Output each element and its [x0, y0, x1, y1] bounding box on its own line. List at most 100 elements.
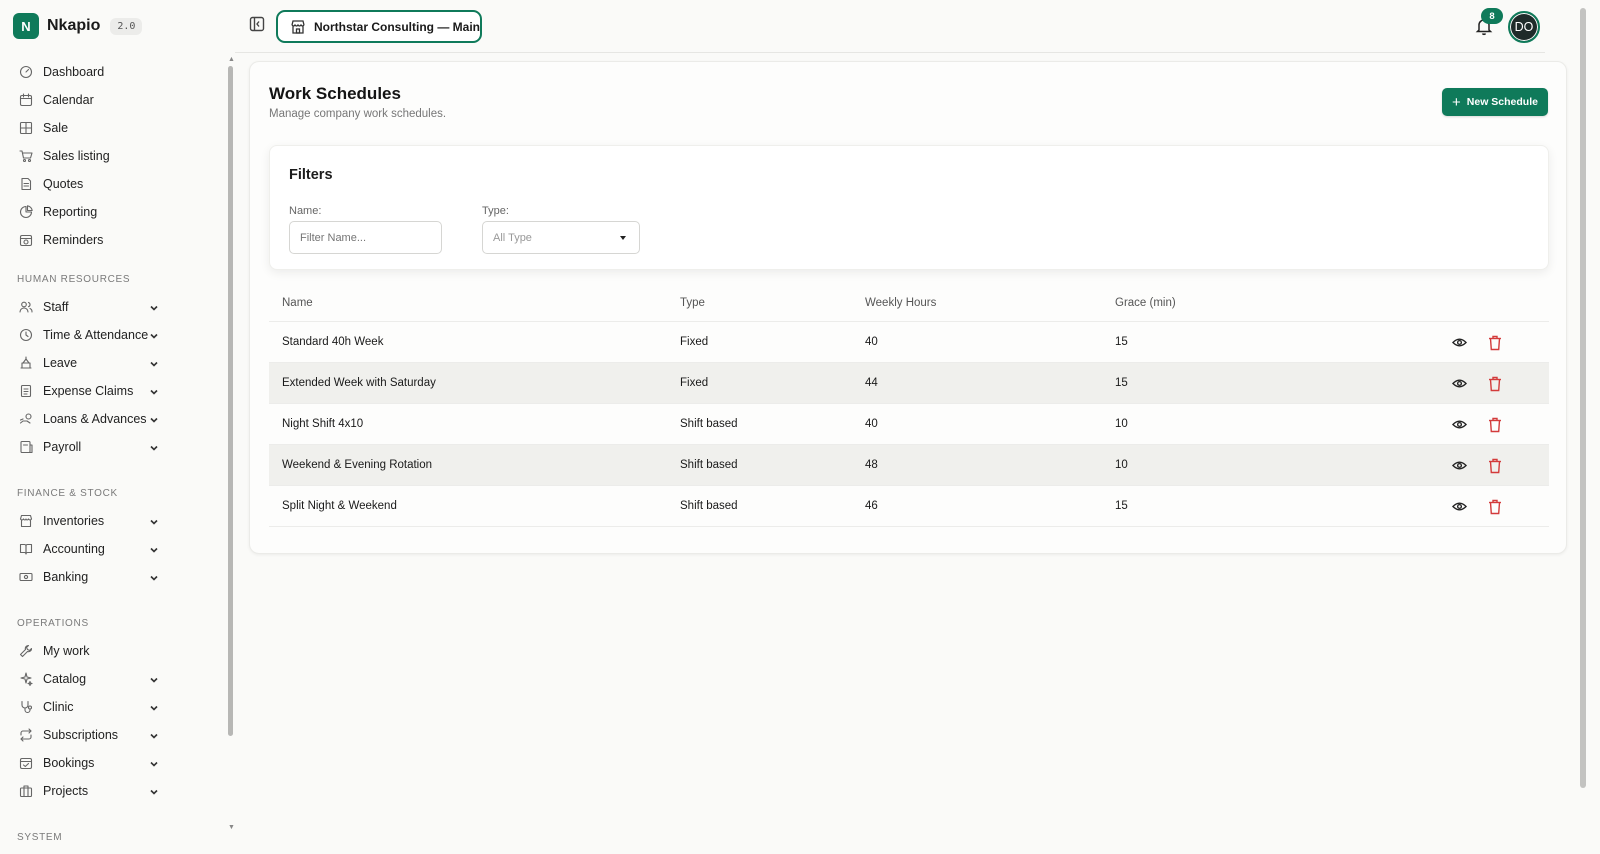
sidebar-item-subscriptions[interactable]: Subscriptions [0, 721, 226, 749]
chevron-down-icon[interactable] [149, 702, 159, 712]
sidebar-item-projects[interactable]: Projects [0, 777, 226, 805]
sidebar-item-banking[interactable]: Banking [0, 563, 226, 591]
cell-type: Shift based [680, 459, 738, 471]
scroll-down-arrow-icon[interactable]: ▼ [228, 824, 235, 831]
view-eye-icon[interactable] [1452, 335, 1467, 350]
notification-count-badge: 8 [1481, 8, 1503, 24]
chevron-down-icon[interactable] [149, 516, 159, 526]
chevron-down-icon[interactable] [149, 386, 159, 396]
chevron-down-icon[interactable] [149, 674, 159, 684]
header-weekly-hours[interactable]: Weekly Hours [865, 297, 936, 309]
section-operations: OPERATIONS [17, 618, 89, 629]
user-avatar[interactable]: DO [1508, 11, 1540, 43]
sidebar-item-reporting[interactable]: Reporting [0, 198, 226, 226]
sidebar-item-reminders[interactable]: Reminders [0, 226, 226, 254]
page-scrollbar[interactable] [1579, 8, 1587, 788]
sidebar-item-sales-listing[interactable]: Sales listing [0, 142, 226, 170]
scroll-up-arrow-icon[interactable]: ▲ [228, 56, 235, 63]
sidebar-item-quotes[interactable]: Quotes [0, 170, 226, 198]
collapse-sidebar-icon[interactable] [249, 16, 265, 32]
cell-type: Fixed [680, 377, 709, 389]
delete-trash-icon[interactable] [1488, 335, 1502, 351]
topbar: Northstar Consulting — Main 8 DO [235, 0, 1545, 53]
view-eye-icon[interactable] [1452, 417, 1467, 432]
sidebar-item-clinic[interactable]: Clinic [0, 693, 226, 721]
sidebar-item-label: Accounting [43, 542, 105, 556]
new-schedule-button[interactable]: + New Schedule [1442, 88, 1548, 116]
table-row[interactable]: Night Shift 4x10 Shift based 40 10 [269, 404, 1549, 445]
brand[interactable]: N Nkapio 2.0 [13, 13, 143, 39]
sidebar-item-expense-claims[interactable]: Expense Claims [0, 377, 226, 405]
sidebar-item-leave[interactable]: Leave [0, 349, 226, 377]
sparkle-icon [19, 672, 33, 686]
sidebar-item-label: Reporting [43, 205, 98, 219]
cell-type: Shift based [680, 418, 738, 430]
sidebar-item-accounting[interactable]: Accounting [0, 535, 226, 563]
plus-icon: + [1452, 93, 1461, 111]
chevron-down-icon[interactable] [149, 302, 159, 312]
section-system: SYSTEM [17, 832, 63, 843]
calendar-check-icon [19, 756, 33, 770]
sidebar-item-payroll[interactable]: Payroll [0, 433, 226, 461]
chevron-down-icon[interactable] [149, 544, 159, 554]
organization-label: Northstar Consulting — Main [314, 19, 480, 34]
book-icon [19, 542, 33, 556]
sidebar: N Nkapio 2.0 Dashboard Calendar Sale Sal… [0, 0, 226, 854]
table-row[interactable]: Extended Week with Saturday Fixed 44 15 [269, 363, 1549, 404]
chevron-down-icon[interactable] [149, 442, 159, 452]
delete-trash-icon[interactable] [1488, 458, 1502, 474]
header-grace[interactable]: Grace (min) [1115, 297, 1176, 309]
sidebar-item-label: Leave [43, 356, 78, 370]
table-row[interactable]: Weekend & Evening Rotation Shift based 4… [269, 445, 1549, 486]
chevron-down-icon[interactable] [149, 572, 159, 582]
table-header: Name Type Weekly Hours Grace (min) [269, 284, 1549, 322]
sidebar-item-calendar[interactable]: Calendar [0, 86, 226, 114]
sidebar-scrollbar[interactable]: ▲ ▼ [227, 56, 235, 836]
dashboard-icon [19, 65, 33, 79]
header-type[interactable]: Type [680, 297, 705, 309]
chevron-down-icon[interactable] [149, 758, 159, 768]
chevron-down-icon[interactable] [149, 786, 159, 796]
sidebar-item-bookings[interactable]: Bookings [0, 749, 226, 777]
sidebar-item-label: Clinic [43, 700, 74, 714]
sidebar-item-staff[interactable]: Staff [0, 293, 226, 321]
type-filter-select[interactable]: All Type [482, 221, 640, 254]
table-row[interactable]: Standard 40h Week Fixed 40 15 [269, 322, 1549, 363]
sidebar-item-label: Reminders [43, 233, 104, 247]
store-icon [291, 19, 305, 34]
sidebar-item-label: Banking [43, 570, 89, 584]
filters-title: Filters [289, 167, 333, 183]
clock-icon [19, 328, 33, 342]
name-filter-input[interactable] [289, 221, 442, 254]
organization-switcher[interactable]: Northstar Consulting — Main [276, 10, 482, 43]
view-eye-icon[interactable] [1452, 499, 1467, 514]
view-eye-icon[interactable] [1452, 376, 1467, 391]
chevron-down-icon[interactable] [149, 330, 159, 340]
sidebar-item-my-work[interactable]: My work [0, 637, 226, 665]
leave-icon [19, 356, 33, 370]
cell-grace: 10 [1115, 418, 1128, 430]
sidebar-item-loans-and-advances[interactable]: Loans & Advances [0, 405, 226, 433]
header-name[interactable]: Name [282, 297, 313, 309]
sidebar-item-label: Bookings [43, 756, 95, 770]
reminder-icon [19, 233, 33, 247]
chevron-down-icon[interactable] [149, 358, 159, 368]
brand-logo: N [13, 13, 39, 39]
delete-trash-icon[interactable] [1488, 499, 1502, 515]
table-row[interactable]: Split Night & Weekend Shift based 46 15 [269, 486, 1549, 527]
sidebar-item-inventories[interactable]: Inventories [0, 507, 226, 535]
sidebar-item-time-and-attendance[interactable]: Time & Attendance [0, 321, 226, 349]
sidebar-item-sale[interactable]: Sale [0, 114, 226, 142]
new-schedule-label: New Schedule [1466, 96, 1538, 108]
grid-icon [19, 121, 33, 135]
chevron-down-icon[interactable] [149, 414, 159, 424]
sidebar-item-dashboard[interactable]: Dashboard [0, 58, 226, 86]
sidebar-item-catalog[interactable]: Catalog [0, 665, 226, 693]
view-eye-icon[interactable] [1452, 458, 1467, 473]
sidebar-scroll-thumb[interactable] [228, 66, 233, 736]
delete-trash-icon[interactable] [1488, 417, 1502, 433]
sidebar-item-label: Projects [43, 784, 89, 798]
delete-trash-icon[interactable] [1488, 376, 1502, 392]
page-scroll-thumb[interactable] [1580, 8, 1586, 788]
chevron-down-icon[interactable] [149, 730, 159, 740]
